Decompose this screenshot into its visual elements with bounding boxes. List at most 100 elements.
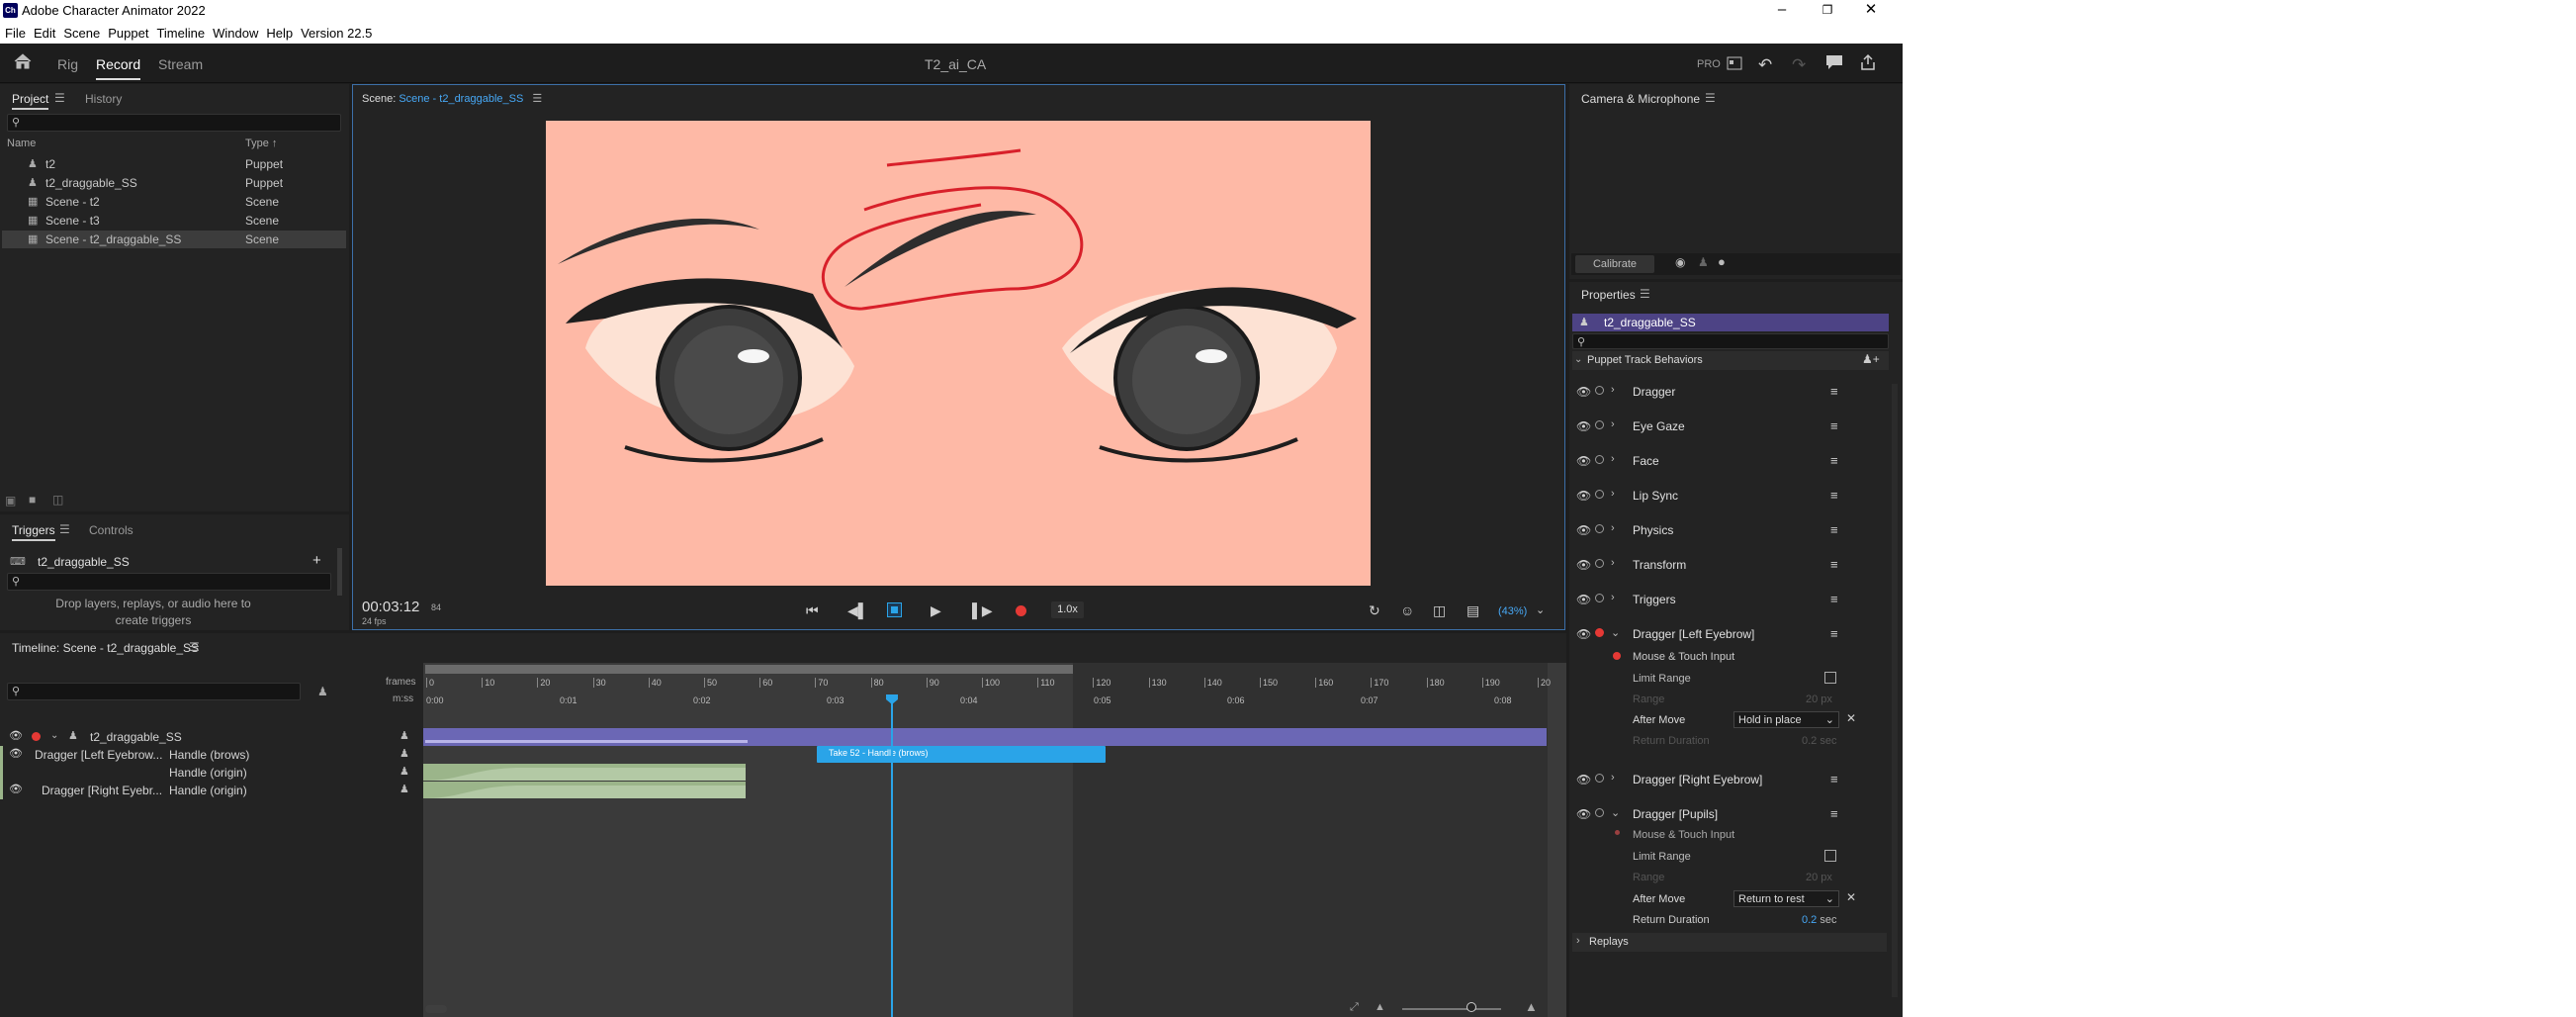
eye-icon[interactable]: 👁 xyxy=(1576,489,1591,503)
take-bar-green[interactable] xyxy=(423,782,746,798)
reset-icon[interactable]: ✕ xyxy=(1846,711,1856,725)
behavior-transform[interactable]: 👁 › Transform ≡ xyxy=(1572,554,1891,576)
limit-range-checkbox[interactable] xyxy=(1824,672,1836,684)
panel-menu-icon[interactable]: ☰ xyxy=(1705,91,1716,105)
scrollbar[interactable] xyxy=(337,548,342,596)
minimize-button[interactable]: – xyxy=(1760,0,1804,22)
tab-record[interactable]: Record xyxy=(96,56,141,80)
behavior-dragger-left-eyebrow[interactable]: 👁 ⌄ Dragger [Left Eyebrow] ≡ xyxy=(1572,623,1891,645)
replays-row[interactable]: › Replays xyxy=(1572,933,1887,952)
chevron-right-icon[interactable]: › xyxy=(1611,453,1615,465)
behavior-triggers[interactable]: 👁 › Triggers ≡ xyxy=(1572,589,1891,610)
behavior-eye-gaze[interactable]: 👁 › Eye Gaze ≡ xyxy=(1572,416,1891,437)
project-item[interactable]: ▦ Scene - t3 Scene xyxy=(2,212,346,230)
chevron-down-icon[interactable]: ⌄ xyxy=(1536,603,1545,616)
calibrate-button[interactable]: Calibrate xyxy=(1575,255,1654,273)
zoom-slider-thumb[interactable] xyxy=(1466,1002,1476,1012)
solo-icon[interactable]: ♟ xyxy=(400,783,409,795)
arm-toggle[interactable] xyxy=(1595,594,1604,602)
new-page-icon[interactable]: ◫ xyxy=(52,493,63,507)
playhead[interactable] xyxy=(891,700,893,1017)
chevron-down-icon[interactable]: ⌄ xyxy=(1611,806,1620,819)
panel-menu-icon[interactable]: ☰ xyxy=(1640,287,1650,301)
record-button[interactable] xyxy=(1016,605,1026,616)
chevron-right-icon[interactable]: › xyxy=(1611,592,1615,603)
eye-icon[interactable]: 👁 xyxy=(1576,627,1591,641)
arm-toggle[interactable] xyxy=(1595,774,1604,783)
playback-speed[interactable]: 1.0x xyxy=(1051,601,1084,618)
arm-toggle[interactable] xyxy=(32,732,41,741)
hamburger-icon[interactable]: ≡ xyxy=(1830,418,1838,433)
behavior-face[interactable]: 👁 › Face ≡ xyxy=(1572,450,1891,472)
home-icon[interactable] xyxy=(14,53,32,69)
step-forward-icon[interactable]: ▌▶ xyxy=(972,602,993,619)
hamburger-icon[interactable]: ≡ xyxy=(1830,453,1838,468)
add-behavior-icon[interactable]: ♟+ xyxy=(1862,352,1880,366)
panel-menu-icon[interactable]: ☰ xyxy=(54,91,65,105)
arm-toggle[interactable] xyxy=(1595,628,1604,637)
menu-help[interactable]: Help xyxy=(266,26,293,41)
eye-icon[interactable]: 👁 xyxy=(1576,558,1591,572)
eye-icon[interactable]: 👁 xyxy=(1576,593,1591,606)
horizontal-scrollbar[interactable] xyxy=(425,1005,447,1013)
take-bar-green[interactable] xyxy=(423,764,746,781)
limit-range-checkbox[interactable] xyxy=(1824,850,1836,862)
behavior-dragger-pupils[interactable]: 👁 ⌄ Dragger [Pupils] ≡ xyxy=(1572,803,1891,825)
stop-button[interactable] xyxy=(887,602,902,617)
zoom-slider[interactable] xyxy=(1402,1008,1501,1010)
solo-icon[interactable]: ♟ xyxy=(400,765,409,778)
arm-toggle[interactable] xyxy=(1595,559,1604,568)
tab-history[interactable]: History xyxy=(85,92,122,106)
eye-icon[interactable]: 👁 xyxy=(9,747,23,760)
share-icon[interactable] xyxy=(1859,53,1877,71)
hamburger-icon[interactable]: ≡ xyxy=(1830,806,1838,821)
maximize-button[interactable]: ❐ xyxy=(1806,0,1849,22)
column-header-name[interactable]: Name xyxy=(7,138,36,149)
timecode[interactable]: 00:03:12 xyxy=(362,599,419,615)
menu-timeline[interactable]: Timeline xyxy=(156,26,205,41)
chevron-right-icon[interactable]: › xyxy=(1611,488,1615,500)
chevron-right-icon[interactable]: › xyxy=(1611,384,1615,396)
chevron-down-icon[interactable]: ⌄ xyxy=(1611,626,1620,639)
eye-icon[interactable]: 👁 xyxy=(9,729,23,742)
panel-menu-icon[interactable]: ☰ xyxy=(189,640,200,654)
hamburger-icon[interactable]: ≡ xyxy=(1830,557,1838,572)
solo-icon[interactable]: ♟ xyxy=(400,747,409,760)
scene-canvas[interactable] xyxy=(546,121,1371,586)
play-icon[interactable]: ▶ xyxy=(931,602,941,619)
eye-icon[interactable]: 👁 xyxy=(1576,523,1591,537)
hamburger-icon[interactable]: ≡ xyxy=(1830,592,1838,606)
menu-file[interactable]: File xyxy=(5,26,26,41)
project-search-input[interactable]: ⚲ xyxy=(7,114,341,132)
take-bar[interactable]: Take 52 - Handle (brows) xyxy=(817,746,1106,763)
hamburger-icon[interactable]: ≡ xyxy=(1830,384,1838,399)
behavior-track-row[interactable]: Handle (origin) ♟ xyxy=(0,764,423,782)
hamburger-icon[interactable]: ≡ xyxy=(1830,522,1838,537)
hamburger-icon[interactable]: ≡ xyxy=(1830,626,1838,641)
arm-toggle[interactable] xyxy=(1595,455,1604,464)
after-move-dropdown[interactable]: Hold in place ⌄ xyxy=(1733,711,1839,728)
return-duration-value[interactable]: 0.2 sec xyxy=(1802,914,1836,926)
behavior-physics[interactable]: 👁 › Physics ≡ xyxy=(1572,519,1891,541)
screen-icon[interactable]: ◫ xyxy=(1433,602,1446,619)
project-item[interactable]: ♟ t2_draggable_SS Puppet xyxy=(2,174,346,192)
face-icon[interactable]: ☺ xyxy=(1400,602,1414,618)
after-move-dropdown[interactable]: Return to rest ⌄ xyxy=(1733,890,1839,907)
behavior-dragger[interactable]: 👁 › Dragger ≡ xyxy=(1572,381,1891,403)
puppet-track-behaviors-header[interactable]: ⌄ Puppet Track Behaviors ♟+ xyxy=(1572,351,1889,370)
time-ruler[interactable]: 0 10 20 30 40 50 60 70 80 90 100 110 120 130 140 150 160… xyxy=(423,675,1560,708)
chevron-right-icon[interactable]: › xyxy=(1611,772,1615,784)
eye-icon[interactable]: 👁 xyxy=(1576,807,1591,821)
chevron-right-icon[interactable]: › xyxy=(1611,418,1615,430)
chevron-right-icon[interactable]: › xyxy=(1611,557,1615,569)
arm-toggle[interactable] xyxy=(1595,808,1604,817)
behavior-track-row[interactable]: 👁 Dragger [Left Eyebrow... Handle (brows… xyxy=(0,746,423,764)
input-armed-dot[interactable] xyxy=(1613,652,1621,660)
fit-icon[interactable]: ⤢ xyxy=(1350,1001,1359,1014)
panel-layout-icon[interactable] xyxy=(1727,56,1742,70)
arm-toggle[interactable] xyxy=(1595,420,1604,429)
behavior-lip-sync[interactable]: 👁 › Lip Sync ≡ xyxy=(1572,485,1891,507)
work-area-bar[interactable] xyxy=(425,665,1073,674)
redo-icon[interactable]: ↷ xyxy=(1792,55,1806,75)
eye-icon[interactable]: 👁 xyxy=(1576,385,1591,399)
